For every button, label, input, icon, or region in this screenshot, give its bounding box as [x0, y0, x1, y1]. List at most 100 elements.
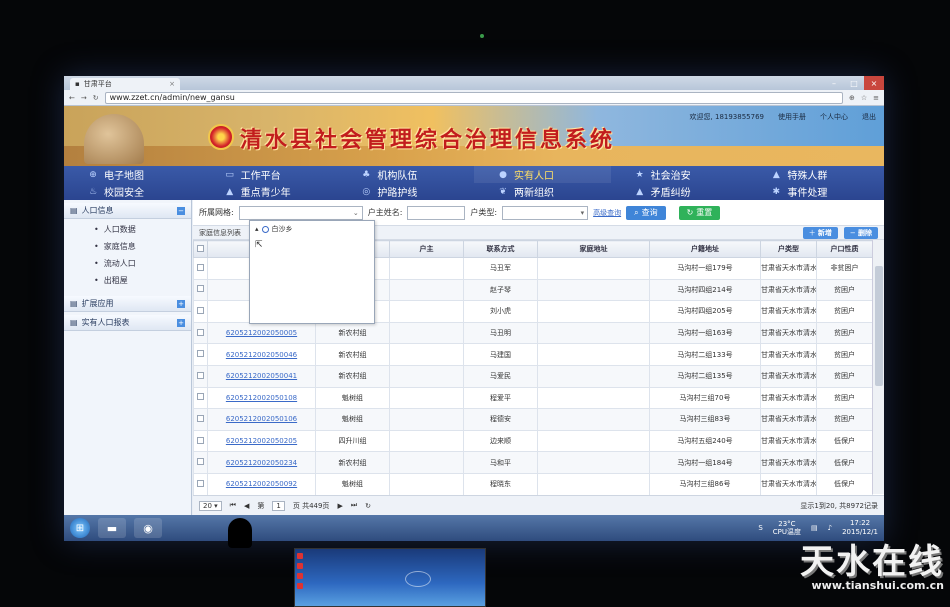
- family-id-link[interactable]: 620521200205004​6: [207, 343, 316, 366]
- browser-tab[interactable]: ▪ 甘肃平台 ×: [70, 78, 180, 90]
- sidebar-item[interactable]: • 流动人口: [94, 255, 191, 272]
- row-checkbox[interactable]: [197, 436, 204, 444]
- row-checkbox-cell[interactable]: [193, 343, 208, 366]
- row-checkbox[interactable]: [197, 350, 204, 358]
- zoom-icon[interactable]: ⊕: [849, 94, 855, 102]
- family-id-link[interactable]: 620521200205020​5: [207, 429, 316, 453]
- prev-page-icon[interactable]: ◀: [244, 502, 249, 510]
- nav-item-1[interactable]: ▭ 工作平台: [201, 166, 338, 183]
- forward-icon[interactable]: →: [81, 94, 87, 102]
- toggle-icon[interactable]: −: [177, 206, 185, 215]
- row-checkbox[interactable]: [197, 285, 204, 293]
- family-id-link[interactable]: 620521200205004​1: [207, 364, 316, 388]
- table-row[interactable]: 620521200205004​6 新农村组 马建国 马沟村二组133号 甘肃省天水市清…: [193, 343, 873, 366]
- family-id-link[interactable]: 620521200205000​5: [207, 321, 316, 345]
- tree-node[interactable]: ▴ 白沙乡: [255, 224, 369, 234]
- table-scrollbar[interactable]: [872, 240, 884, 494]
- sidebar-section[interactable]: ▤ 扩展应用 +: [64, 296, 191, 312]
- security-icon[interactable]: S: [758, 524, 762, 532]
- nav-item-8[interactable]: ◎ 护路护线: [337, 183, 474, 200]
- nav-item-4[interactable]: ★ 社会治安: [611, 166, 748, 183]
- column-header[interactable]: [193, 240, 208, 258]
- close-tab-icon[interactable]: ×: [169, 80, 175, 88]
- profile-link[interactable]: 个人中心: [820, 112, 848, 122]
- table-row[interactable]: 620521200205000​5 新农村组 马丑明 马沟村一组163号 甘肃省天水市清…: [193, 321, 873, 345]
- nav-item-7[interactable]: ▲ 重点青少年: [201, 183, 338, 200]
- nav-item-10[interactable]: ▲ 矛盾纠纷: [611, 183, 748, 200]
- row-checkbox[interactable]: [197, 393, 204, 401]
- row-checkbox-cell[interactable]: [193, 472, 208, 496]
- sidebar-section[interactable]: ▤ 实有人口报表 +: [64, 315, 191, 331]
- sidebar-section[interactable]: ▤ 人口信息 −: [64, 203, 191, 219]
- manual-link[interactable]: 使用手册: [778, 112, 806, 122]
- reload-icon[interactable]: ↻: [93, 94, 99, 102]
- maximize-icon[interactable]: □: [844, 76, 864, 90]
- menu-icon[interactable]: ≡: [873, 94, 879, 102]
- family-id-link[interactable]: 620521200205009​2: [207, 472, 316, 496]
- row-checkbox[interactable]: [197, 263, 204, 271]
- expand-icon[interactable]: ▴: [255, 225, 259, 233]
- logout-link[interactable]: 退出: [862, 112, 876, 122]
- nav-item-2[interactable]: ♣ 机构队伍: [337, 166, 474, 183]
- row-checkbox-cell[interactable]: [193, 408, 208, 431]
- delete-button[interactable]: − 删除: [843, 226, 878, 239]
- row-checkbox-cell[interactable]: [193, 364, 208, 388]
- start-button[interactable]: ⊞: [70, 518, 90, 538]
- page-input[interactable]: 1: [272, 500, 285, 511]
- row-checkbox[interactable]: [197, 479, 204, 487]
- page-size-select[interactable]: 20 ▾: [199, 500, 222, 511]
- row-checkbox-cell[interactable]: [193, 300, 208, 323]
- last-page-icon[interactable]: ⏭: [351, 501, 357, 510]
- back-icon[interactable]: ←: [69, 94, 75, 102]
- family-id-link[interactable]: 620521200205010​6: [207, 408, 316, 431]
- row-checkbox[interactable]: [197, 414, 204, 422]
- add-button[interactable]: ＋ 新增: [802, 226, 838, 239]
- network-icon[interactable]: ▤: [811, 524, 818, 532]
- grid-select[interactable]: ⌄: [238, 205, 363, 220]
- query-button[interactable]: ⌕ 查询: [626, 205, 666, 220]
- nav-item-9[interactable]: ❦ 两新组织: [474, 183, 611, 200]
- toggle-icon[interactable]: +: [177, 318, 185, 327]
- select-all-checkbox[interactable]: [197, 244, 204, 252]
- type-select[interactable]: ▾: [502, 205, 589, 220]
- table-row[interactable]: 620521200205020​5 四升川组 边来顺 马沟村五组240号 甘肃省天水市清…: [193, 429, 873, 453]
- table-row[interactable]: 620521200205023​4 新农村组 马和平 马沟村一组184号 甘肃省天水市清…: [193, 451, 873, 474]
- family-id-link[interactable]: 620521200205010​8: [207, 386, 316, 410]
- volume-icon[interactable]: ♪: [828, 524, 832, 532]
- owner-input[interactable]: [407, 205, 466, 220]
- nav-item-3[interactable]: ● 实有人口: [474, 166, 611, 183]
- row-checkbox[interactable]: [197, 371, 204, 379]
- address-bar[interactable]: www.zzet.cn/admin/new_gansu: [104, 91, 843, 104]
- table-row[interactable]: 620521200205010​8魁树组 程爱平 马沟村三组70号甘肃省天水市清水县…: [193, 386, 873, 410]
- explorer-taskbar-button[interactable]: ▬: [98, 518, 126, 538]
- nav-item-6[interactable]: ♨ 校园安全: [64, 183, 201, 200]
- sidebar-item[interactable]: • 家庭信息: [94, 238, 191, 255]
- nav-item-11[interactable]: ✱ 事件处理: [747, 183, 884, 200]
- table-row[interactable]: 620521200205010​6魁树组 程德安 马沟村三组83号甘肃省天水市清水县…: [193, 408, 873, 431]
- chrome-taskbar-button[interactable]: ◉: [134, 518, 162, 538]
- row-checkbox-cell[interactable]: [193, 257, 208, 280]
- table-row[interactable]: 620521200205004​1 新农村组 马爱民 马沟村二组135号 甘肃省天水市清…: [193, 364, 873, 388]
- sidebar-item[interactable]: • 人口数据: [94, 221, 191, 238]
- sidebar-item[interactable]: • 出租屋: [94, 272, 191, 289]
- row-checkbox-cell[interactable]: [193, 321, 208, 345]
- advanced-query-link[interactable]: 高级查询: [593, 208, 621, 218]
- table-row[interactable]: 620521200205009​2魁树组 程晓东 马沟村三组86号甘肃省天水市清水县…: [193, 472, 873, 496]
- first-page-icon[interactable]: ⏮: [230, 501, 236, 510]
- toggle-icon[interactable]: +: [177, 299, 185, 308]
- close-window-icon[interactable]: ×: [864, 76, 884, 90]
- minimize-icon[interactable]: –: [824, 76, 844, 90]
- scrollbar-thumb[interactable]: [875, 266, 883, 386]
- nav-item-0[interactable]: ⊕ 电子地图: [64, 166, 201, 183]
- bookmark-star-icon[interactable]: ☆: [861, 94, 867, 102]
- nav-item-5[interactable]: ▲ 特殊人群: [747, 166, 884, 183]
- row-checkbox-cell[interactable]: [193, 451, 208, 474]
- row-checkbox[interactable]: [197, 328, 204, 336]
- row-checkbox-cell[interactable]: [193, 386, 208, 410]
- row-checkbox[interactable]: [197, 306, 204, 314]
- refresh-page-icon[interactable]: ↻: [365, 502, 371, 510]
- reset-button[interactable]: ↻ 重置: [678, 205, 721, 220]
- family-id-link[interactable]: 620521200205023​4: [207, 451, 316, 474]
- row-checkbox[interactable]: [197, 458, 204, 466]
- row-checkbox-cell[interactable]: [193, 429, 208, 453]
